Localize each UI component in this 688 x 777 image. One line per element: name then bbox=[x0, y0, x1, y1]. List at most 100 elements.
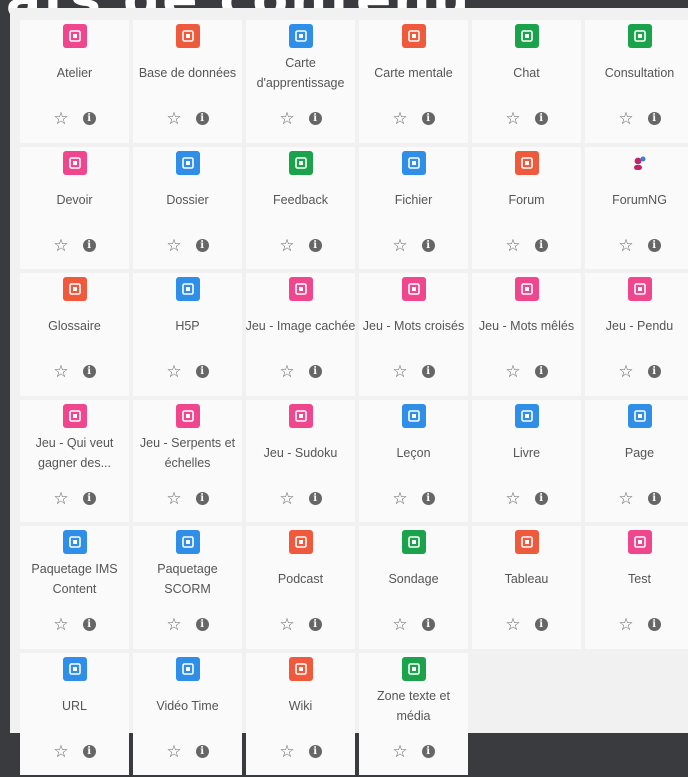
star-icon[interactable]: ☆ bbox=[166, 616, 181, 633]
activity-tile[interactable]: Jeu - Mots mêlés☆i bbox=[472, 273, 581, 396]
star-icon[interactable]: ☆ bbox=[392, 363, 407, 380]
star-icon[interactable]: ☆ bbox=[279, 110, 294, 127]
activity-tile[interactable]: Jeu - Qui veut gagner des...☆i bbox=[20, 400, 129, 523]
star-icon[interactable]: ☆ bbox=[392, 110, 407, 127]
star-icon[interactable]: ☆ bbox=[166, 743, 181, 760]
activity-tile[interactable]: Wiki☆i bbox=[246, 653, 355, 776]
star-icon[interactable]: ☆ bbox=[392, 616, 407, 633]
activity-tile[interactable]: Jeu - Pendu☆i bbox=[585, 273, 688, 396]
info-icon[interactable]: i bbox=[648, 618, 661, 631]
info-icon[interactable]: i bbox=[535, 239, 548, 252]
info-icon[interactable]: i bbox=[648, 492, 661, 505]
star-icon[interactable]: ☆ bbox=[505, 490, 520, 507]
activity-tile[interactable]: Fichier☆i bbox=[359, 147, 468, 270]
star-icon[interactable]: ☆ bbox=[166, 490, 181, 507]
star-icon[interactable]: ☆ bbox=[279, 616, 294, 633]
activity-tile[interactable]: Jeu - Sudoku☆i bbox=[246, 400, 355, 523]
info-icon[interactable]: i bbox=[535, 365, 548, 378]
info-icon[interactable]: i bbox=[83, 618, 96, 631]
star-icon[interactable]: ☆ bbox=[505, 616, 520, 633]
star-icon[interactable]: ☆ bbox=[618, 237, 633, 254]
info-icon[interactable]: i bbox=[196, 492, 209, 505]
star-icon[interactable]: ☆ bbox=[53, 743, 68, 760]
info-icon[interactable]: i bbox=[422, 239, 435, 252]
info-icon[interactable]: i bbox=[422, 112, 435, 125]
info-icon[interactable]: i bbox=[196, 618, 209, 631]
star-icon[interactable]: ☆ bbox=[505, 110, 520, 127]
activity-tile[interactable]: Consultation☆i bbox=[585, 20, 688, 143]
activity-tile[interactable]: Sondage☆i bbox=[359, 526, 468, 649]
star-icon[interactable]: ☆ bbox=[392, 743, 407, 760]
activity-tile[interactable]: Carte mentale☆i bbox=[359, 20, 468, 143]
activity-tile[interactable]: Jeu - Serpents et échelles☆i bbox=[133, 400, 242, 523]
star-icon[interactable]: ☆ bbox=[392, 490, 407, 507]
star-icon[interactable]: ☆ bbox=[618, 110, 633, 127]
info-icon[interactable]: i bbox=[309, 618, 322, 631]
star-icon[interactable]: ☆ bbox=[618, 363, 633, 380]
activity-tile[interactable]: Vidéo Time☆i bbox=[133, 653, 242, 776]
activity-tile[interactable]: ForumNG☆i bbox=[585, 147, 688, 270]
info-icon[interactable]: i bbox=[648, 239, 661, 252]
info-icon[interactable]: i bbox=[83, 112, 96, 125]
star-icon[interactable]: ☆ bbox=[166, 237, 181, 254]
activity-tile[interactable]: Paquetage IMS Content☆i bbox=[20, 526, 129, 649]
activity-tile[interactable]: Jeu - Mots croisés☆i bbox=[359, 273, 468, 396]
star-icon[interactable]: ☆ bbox=[279, 743, 294, 760]
info-icon[interactable]: i bbox=[196, 239, 209, 252]
star-icon[interactable]: ☆ bbox=[505, 237, 520, 254]
star-icon[interactable]: ☆ bbox=[392, 237, 407, 254]
info-icon[interactable]: i bbox=[422, 618, 435, 631]
info-icon[interactable]: i bbox=[309, 365, 322, 378]
star-icon[interactable]: ☆ bbox=[53, 110, 68, 127]
activity-tile[interactable]: Livre☆i bbox=[472, 400, 581, 523]
activity-tile[interactable]: Page☆i bbox=[585, 400, 688, 523]
activity-tile[interactable]: Glossaire☆i bbox=[20, 273, 129, 396]
info-icon[interactable]: i bbox=[196, 112, 209, 125]
info-icon[interactable]: i bbox=[309, 239, 322, 252]
info-icon[interactable]: i bbox=[83, 492, 96, 505]
info-icon[interactable]: i bbox=[309, 745, 322, 758]
info-icon[interactable]: i bbox=[648, 365, 661, 378]
star-icon[interactable]: ☆ bbox=[166, 363, 181, 380]
activity-tile[interactable]: Base de données☆i bbox=[133, 20, 242, 143]
activity-tile[interactable]: Devoir☆i bbox=[20, 147, 129, 270]
info-icon[interactable]: i bbox=[535, 618, 548, 631]
activity-tile[interactable]: Jeu - Image cachée☆i bbox=[246, 273, 355, 396]
star-icon[interactable]: ☆ bbox=[53, 237, 68, 254]
activity-tile[interactable]: Tableau☆i bbox=[472, 526, 581, 649]
info-icon[interactable]: i bbox=[196, 745, 209, 758]
info-icon[interactable]: i bbox=[648, 112, 661, 125]
activity-tile[interactable]: Leçon☆i bbox=[359, 400, 468, 523]
star-icon[interactable]: ☆ bbox=[279, 363, 294, 380]
star-icon[interactable]: ☆ bbox=[505, 363, 520, 380]
info-icon[interactable]: i bbox=[422, 492, 435, 505]
activity-tile[interactable]: H5P☆i bbox=[133, 273, 242, 396]
star-icon[interactable]: ☆ bbox=[279, 490, 294, 507]
star-icon[interactable]: ☆ bbox=[53, 616, 68, 633]
info-icon[interactable]: i bbox=[422, 745, 435, 758]
info-icon[interactable]: i bbox=[196, 365, 209, 378]
star-icon[interactable]: ☆ bbox=[279, 237, 294, 254]
star-icon[interactable]: ☆ bbox=[618, 490, 633, 507]
info-icon[interactable]: i bbox=[309, 492, 322, 505]
star-icon[interactable]: ☆ bbox=[166, 110, 181, 127]
activity-tile[interactable]: Paquetage SCORM☆i bbox=[133, 526, 242, 649]
activity-tile[interactable]: Carte d'apprentissage☆i bbox=[246, 20, 355, 143]
activity-tile[interactable]: Atelier☆i bbox=[20, 20, 129, 143]
info-icon[interactable]: i bbox=[422, 365, 435, 378]
activity-tile[interactable]: Podcast☆i bbox=[246, 526, 355, 649]
activity-tile[interactable]: Zone texte et média☆i bbox=[359, 653, 468, 776]
info-icon[interactable]: i bbox=[83, 745, 96, 758]
info-icon[interactable]: i bbox=[535, 492, 548, 505]
star-icon[interactable]: ☆ bbox=[53, 490, 68, 507]
activity-tile[interactable]: Dossier☆i bbox=[133, 147, 242, 270]
info-icon[interactable]: i bbox=[309, 112, 322, 125]
activity-tile[interactable]: Forum☆i bbox=[472, 147, 581, 270]
activity-tile[interactable]: Chat☆i bbox=[472, 20, 581, 143]
star-icon[interactable]: ☆ bbox=[53, 363, 68, 380]
info-icon[interactable]: i bbox=[83, 365, 96, 378]
activity-tile[interactable]: URL☆i bbox=[20, 653, 129, 776]
activity-tile[interactable]: Test☆i bbox=[585, 526, 688, 649]
activity-tile[interactable]: Feedback☆i bbox=[246, 147, 355, 270]
star-icon[interactable]: ☆ bbox=[618, 616, 633, 633]
